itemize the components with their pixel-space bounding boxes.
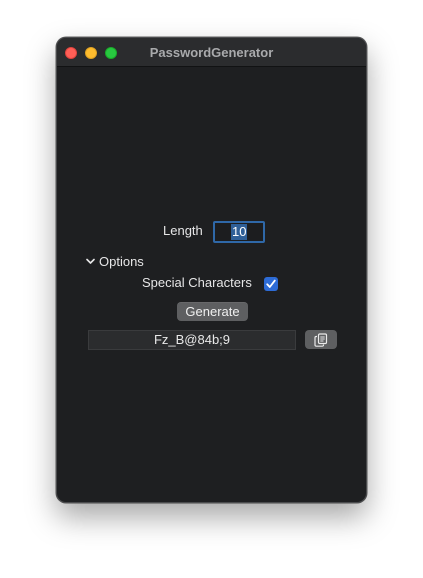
length-label: Length bbox=[163, 223, 203, 238]
special-characters-checkbox[interactable] bbox=[264, 277, 278, 291]
length-input-value: 10 bbox=[231, 224, 248, 240]
title-bar[interactable]: PasswordGenerator bbox=[57, 38, 366, 67]
special-characters-label: Special Characters bbox=[142, 275, 252, 290]
password-output-field[interactable]: Fz_B@84b;9 bbox=[88, 330, 296, 350]
generate-button[interactable]: Generate bbox=[177, 302, 248, 321]
window-title: PasswordGenerator bbox=[149, 45, 274, 60]
app-window: PasswordGenerator Length 10 Options Spec… bbox=[56, 37, 367, 503]
copy-icon bbox=[314, 333, 328, 347]
copy-button[interactable] bbox=[305, 330, 337, 349]
length-input[interactable]: 10 bbox=[213, 221, 265, 243]
options-label: Options bbox=[99, 254, 144, 269]
checkmark-icon bbox=[266, 279, 276, 288]
chevron-down-icon bbox=[86, 258, 95, 264]
